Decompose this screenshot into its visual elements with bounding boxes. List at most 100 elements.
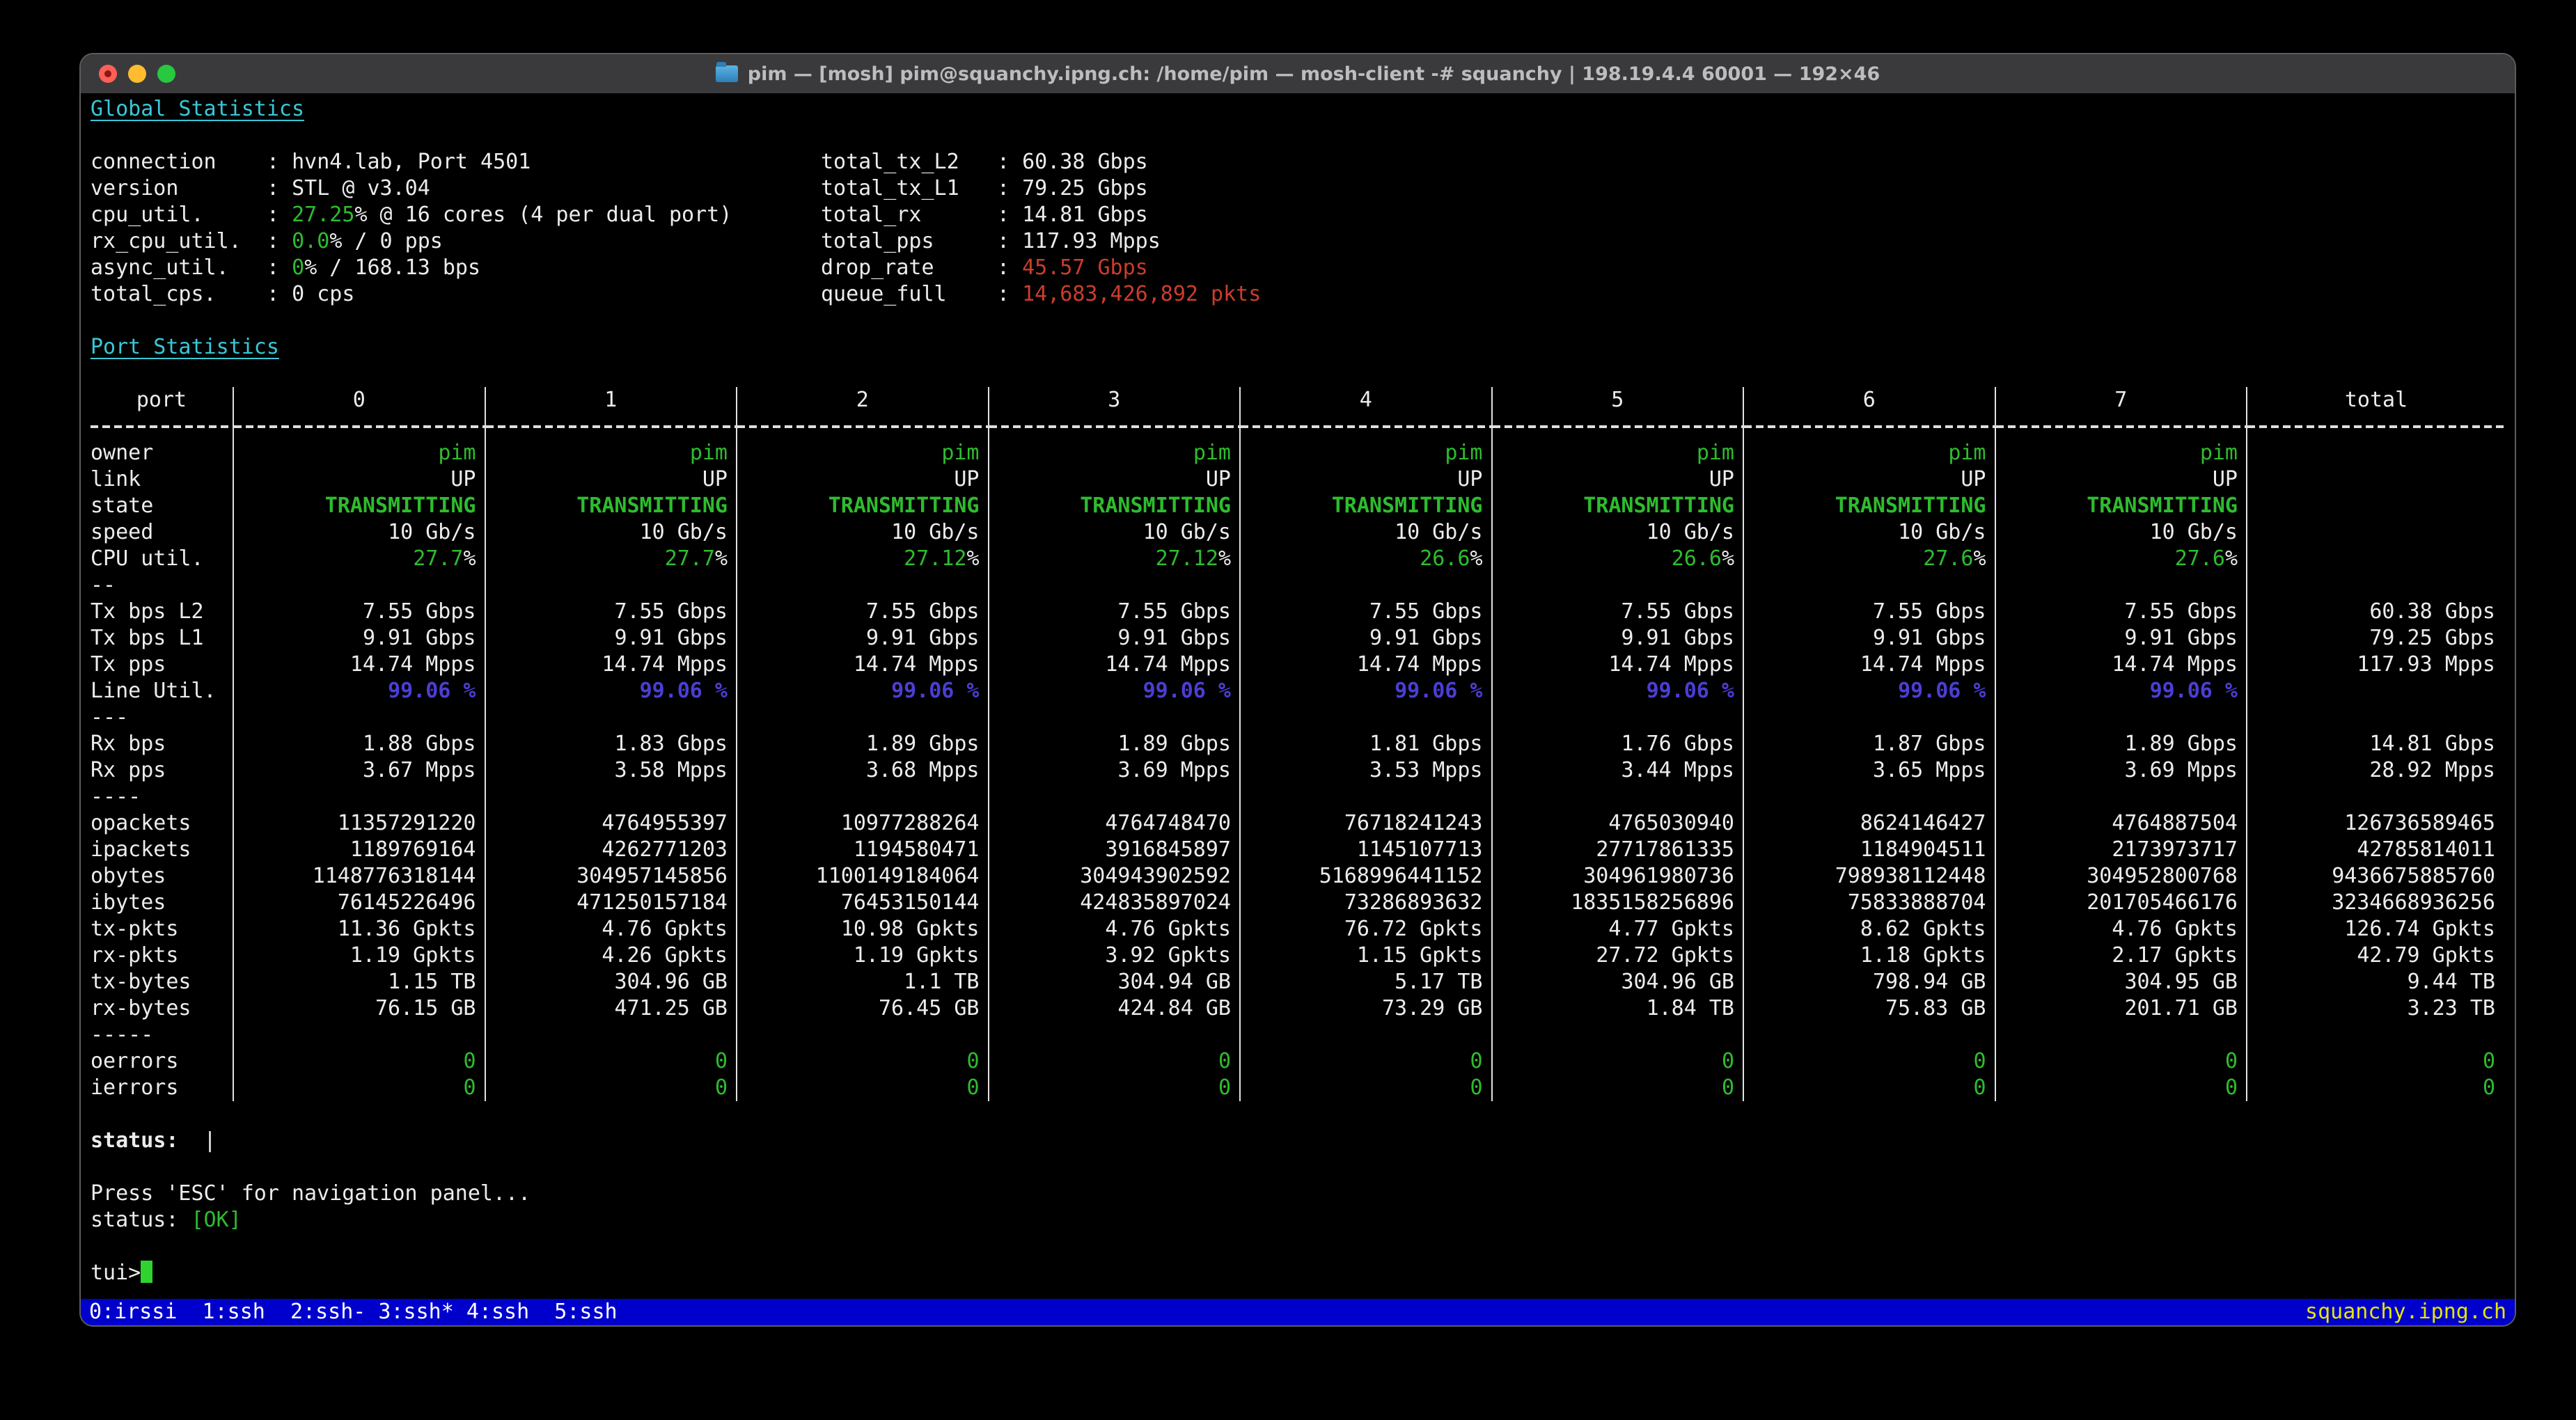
table-row--: -- (91, 572, 2505, 599)
table-cell: 8624146427 (1744, 810, 1996, 837)
table-cell: 0 (486, 1075, 738, 1101)
table-row--: --- (91, 704, 2505, 731)
table-cell (737, 704, 989, 731)
table-cell: 99.06 % (1241, 678, 1493, 704)
table-cell: 7.55 Gbps (486, 599, 738, 625)
table-cell: 5.17 TB (1241, 969, 1493, 995)
column-header: 4 (1241, 387, 1493, 413)
stat-value: hvn4.lab, Port 4501 (292, 150, 531, 174)
row-label: oerrors (91, 1048, 234, 1075)
table-cell: 27.72 Gpkts (1493, 942, 1745, 969)
table-cell: 7.55 Gbps (1493, 599, 1745, 625)
table-cell: 27.7% (234, 546, 486, 572)
row-label: -- (91, 572, 234, 599)
table-cell (234, 572, 486, 599)
table-separator-row (91, 413, 2505, 440)
table-cell: 0 (737, 1048, 989, 1075)
close-button[interactable] (99, 65, 117, 83)
spinner-glyph: | (203, 1128, 216, 1153)
table-cell: UP (1493, 466, 1745, 493)
table-header-row: port01234567total (91, 387, 2505, 413)
stat-key: total_cps. (91, 281, 267, 308)
row-label: Tx bps L2 (91, 599, 234, 625)
table-cell (1241, 1022, 1493, 1048)
zoom-button[interactable] (157, 65, 175, 83)
row-label: Rx pps (91, 757, 234, 784)
table-cell: pim (737, 440, 989, 466)
row-label: Rx bps (91, 731, 234, 757)
global-stat-line: version: STL @ v3.04total_tx_L1: 79.25 G… (81, 175, 2515, 202)
table-cell: 1184904511 (1744, 837, 1996, 863)
table-cell (2247, 440, 2505, 466)
percent-sign: % (1722, 546, 1734, 571)
table-cell: 4764887504 (1996, 810, 2248, 837)
table-row-tx-pps: Tx pps14.74 Mpps14.74 Mpps14.74 Mpps14.7… (91, 652, 2505, 678)
table-cell: 76453150144 (737, 890, 989, 916)
table-cell: pim (1744, 440, 1996, 466)
stat-key: drop_rate (821, 255, 997, 281)
stat-value: 0 cps (292, 282, 354, 306)
table-cell: 3.58 Mpps (486, 757, 738, 784)
terminal-cursor (141, 1261, 152, 1283)
table-cell (989, 784, 1241, 810)
table-cell (1744, 1022, 1996, 1048)
table-cell: 1.76 Gbps (1493, 731, 1745, 757)
cpu-value: 27.7 (665, 546, 715, 571)
table-row-opackets: opackets11357291220476495539710977288264… (91, 810, 2505, 837)
table-cell: 1.84 TB (1493, 995, 1745, 1022)
table-cell: 798938112448 (1744, 863, 1996, 890)
prompt-line[interactable]: tui> (81, 1260, 2515, 1286)
table-cell: 27.6% (1744, 546, 1996, 572)
stat-value: % / 0 pps (329, 229, 443, 253)
table-cell: 201705466176 (1996, 890, 2248, 916)
table-cell (234, 1022, 486, 1048)
terminal-window: pim — [mosh] pim@squanchy.ipng.ch: /home… (79, 53, 2516, 1327)
stat-value-green: 0 (292, 255, 304, 280)
table-cell: 1.15 Gpkts (1241, 942, 1493, 969)
table-cell: 14.74 Mpps (234, 652, 486, 678)
colon: : (267, 176, 292, 200)
global-stat-line: rx_cpu_util.: 0.0% / 0 ppstotal_pps: 117… (81, 228, 2515, 255)
table-cell: 304961980736 (1493, 863, 1745, 890)
table-row-link: linkUPUPUPUPUPUPUPUP (91, 466, 2505, 493)
terminal-content: Global Statistics connection: hvn4.lab, … (81, 93, 2515, 1325)
colon: : (267, 203, 292, 227)
table-cell: 0 (1241, 1048, 1493, 1075)
table-cell: 1.1 TB (737, 969, 989, 995)
percent-sign: % (1218, 546, 1231, 571)
table-cell: UP (737, 466, 989, 493)
global-stat-line: connection: hvn4.lab, Port 4501total_tx_… (81, 149, 2515, 175)
column-header: 5 (1493, 387, 1745, 413)
table-cell (989, 572, 1241, 599)
table-cell (1241, 704, 1493, 731)
table-row-cpu-util-: CPU util.27.7%27.7%27.12%27.12%26.6%26.6… (91, 546, 2505, 572)
table-cell (1493, 572, 1745, 599)
table-cell: 14.74 Mpps (989, 652, 1241, 678)
table-cell: 3234668936256 (2247, 890, 2505, 916)
table-cell: 10 Gb/s (1241, 519, 1493, 546)
stat-value: STL @ v3.04 (292, 176, 430, 200)
table-cell: 10 Gb/s (234, 519, 486, 546)
table-row-tx-pkts: tx-pkts11.36 Gpkts4.76 Gpkts10.98 Gpkts4… (91, 916, 2505, 942)
colon: : (997, 229, 1022, 253)
table-cell: 14.74 Mpps (486, 652, 738, 678)
table-cell: 304.94 GB (989, 969, 1241, 995)
help-text: Press 'ESC' for navigation panel... (81, 1181, 2515, 1207)
table-cell: 2173973717 (1996, 837, 2248, 863)
column-header: 0 (234, 387, 486, 413)
cpu-value: 27.7 (413, 546, 463, 571)
row-label: CPU util. (91, 546, 234, 572)
tmux-windows: 0:irssi 1:ssh 2:ssh- 3:ssh* 4:ssh 5:ssh (89, 1299, 618, 1325)
table-cell: 117.93 Mpps (2247, 652, 2505, 678)
stat-key: total_tx_L1 (821, 175, 997, 202)
row-label: ibytes (91, 890, 234, 916)
status-label: status: (91, 1128, 178, 1153)
table-cell: UP (234, 466, 486, 493)
minimize-button[interactable] (128, 65, 146, 83)
table-cell: 1835158256896 (1493, 890, 1745, 916)
table-cell: 3.53 Mpps (1241, 757, 1493, 784)
row-label: speed (91, 519, 234, 546)
table-cell: 10 Gb/s (1493, 519, 1745, 546)
status-ok-badge: [OK] (191, 1208, 241, 1232)
stat-value: 14.81 Gbps (1022, 203, 1148, 227)
